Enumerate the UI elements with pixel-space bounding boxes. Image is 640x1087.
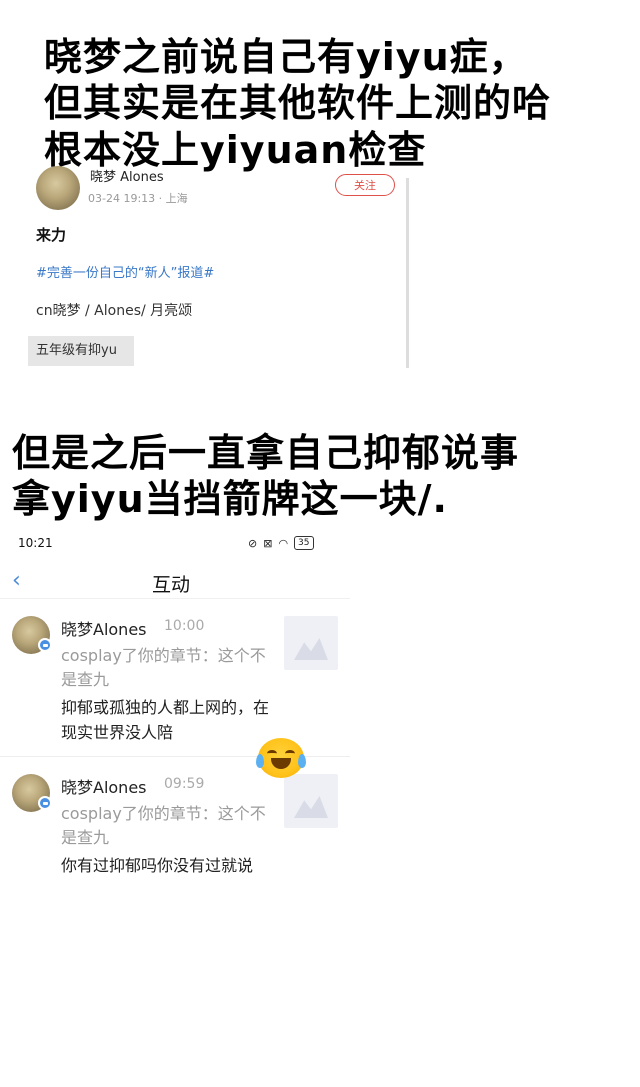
emoji-tear	[256, 754, 264, 768]
emoji-tear	[298, 754, 306, 768]
item-reply: 你有过抑郁吗你没有过就说	[61, 856, 254, 875]
notification-icon: ⊠	[263, 536, 273, 550]
avatar[interactable]	[36, 166, 80, 210]
chapter-thumbnail[interactable]	[284, 616, 338, 670]
post-meta: 03-24 19:13 · 上海	[88, 192, 188, 205]
emoji-eye	[285, 750, 295, 757]
caption-middle-line: 但是之后一直拿自己抑郁说事	[12, 431, 520, 475]
caption-top: 晓梦之前说自己有yiyu症， 但其实是在其他软件上测的哈 根本没上yiyuan检…	[44, 34, 634, 173]
post-card: 晓梦 Alones 03-24 19:13 · 上海 关注 来力 #完善一份自己…	[0, 160, 420, 375]
highlighted-text: 五年级有抑yu	[28, 336, 134, 366]
caption-middle: 但是之后一直拿自己抑郁说事 拿yiyu当挡箭牌这一块/.	[12, 430, 632, 523]
item-time: 09:59	[164, 776, 205, 792]
chapter-thumbnail[interactable]	[284, 774, 338, 828]
page-title: 互动	[152, 574, 191, 596]
chevron-left-icon[interactable]: ‹	[12, 568, 21, 593]
item-quote: cosplay了你的章节：这个不是查九	[61, 646, 266, 689]
caption-top-line: 但其实是在其他软件上测的哈	[44, 81, 552, 126]
post-title: 来力	[36, 226, 67, 244]
status-icons: ⊘ ⊠ ◠ 35	[248, 536, 314, 550]
comment-badge-icon	[38, 638, 52, 652]
item-username[interactable]: 晓梦Alones	[61, 616, 147, 640]
follow-button[interactable]: 关注	[335, 174, 395, 196]
caption-top-line: 晓梦之前说自己有yiyu症，	[44, 35, 528, 79]
phone-screenshot: 10:21 ⊘ ⊠ ◠ 35 ‹ 互动 晓梦Alones 10:00 cospl…	[0, 528, 352, 908]
nav-bar: ‹ 互动	[0, 564, 350, 599]
wifi-icon: ◠	[278, 536, 289, 550]
caption-middle-line: 拿yiyu当挡箭牌这一块/.	[12, 477, 448, 522]
status-time: 10:21	[18, 536, 53, 550]
laughing-tears-emoji-icon	[256, 738, 306, 778]
emoji-mouth	[271, 758, 291, 769]
post-username[interactable]: 晓梦 Alones	[90, 166, 164, 185]
list-item[interactable]: 晓梦Alones 09:59 cosplay了你的章节：这个不是查九 你有过抑郁…	[0, 762, 350, 912]
status-bar: 10:21 ⊘ ⊠ ◠ 35	[0, 528, 350, 564]
item-reply: 抑郁或孤独的人都上网的，在现实世界没人陪	[61, 698, 270, 742]
comment-badge-icon	[38, 796, 52, 810]
mute-icon: ⊘	[248, 536, 258, 550]
item-username[interactable]: 晓梦Alones	[61, 774, 147, 798]
list-item[interactable]: 晓梦Alones 10:00 cosplay了你的章节：这个不是查九 抑郁或孤独…	[0, 604, 350, 757]
item-time: 10:00	[164, 618, 205, 634]
battery-icon: 35	[294, 536, 314, 550]
post-body-line: cn晓梦 / Alones/ 月亮颂	[36, 303, 193, 319]
hashtag-link[interactable]: #完善一份自己的“新人”报道#	[36, 262, 214, 281]
item-quote: cosplay了你的章节：这个不是查九	[61, 804, 266, 847]
emoji-eye	[267, 750, 277, 757]
scrollbar	[406, 178, 409, 368]
